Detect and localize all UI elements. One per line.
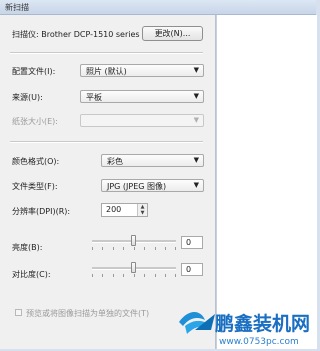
chevron-down-icon: ▼ bbox=[193, 66, 199, 74]
window-title: 新扫描 bbox=[5, 3, 29, 12]
paper-size-label: 纸张大小(E): bbox=[12, 117, 58, 126]
file-type-select-value: JPG (JPEG 图像) bbox=[107, 182, 167, 191]
file-type-label: 文件类型(F): bbox=[12, 182, 58, 191]
resolution-value: 200 bbox=[106, 205, 122, 214]
paper-size-select: ▼ bbox=[80, 114, 204, 127]
divider bbox=[10, 141, 203, 143]
preview-separate-files-label: 预览或将图像扫描为单独的文件(T) bbox=[26, 309, 150, 318]
chevron-down-icon: ▼ bbox=[193, 181, 199, 189]
chevron-down-icon: ▼ bbox=[193, 92, 199, 100]
color-format-select[interactable]: 彩色 ▼ bbox=[101, 154, 204, 167]
brightness-slider-ticks bbox=[92, 247, 176, 250]
file-type-select[interactable]: JPG (JPEG 图像) ▼ bbox=[101, 179, 204, 192]
profile-select[interactable]: 照片 (默认) ▼ bbox=[80, 64, 204, 77]
color-format-label: 颜色格式(O): bbox=[12, 157, 60, 166]
site-watermark: 鹏鑫装机网 www.0753pc.com bbox=[175, 300, 316, 349]
brightness-value: 0 bbox=[186, 238, 192, 247]
preview-separate-files-checkbox[interactable] bbox=[15, 309, 22, 316]
bird-logo-icon: 鹏鑫装机网 www.0753pc.com bbox=[179, 312, 310, 347]
change-scanner-button[interactable]: 更改(N)... bbox=[142, 26, 203, 41]
title-bar: 新扫描 bbox=[0, 0, 316, 15]
color-format-select-value: 彩色 bbox=[107, 157, 123, 166]
resolution-label: 分辨率(DPI)(R): bbox=[12, 207, 71, 216]
chevron-down-icon: ▼ bbox=[193, 116, 199, 124]
profile-select-value: 照片 (默认) bbox=[86, 67, 127, 76]
source-select[interactable]: 平板 ▼ bbox=[80, 90, 204, 103]
contrast-value-box[interactable]: 0 bbox=[181, 263, 203, 276]
watermark-url: www.0753pc.com bbox=[219, 337, 299, 347]
scanner-label: 扫描仪: Brother DCP-1510 series bbox=[12, 30, 140, 39]
brightness-label: 亮度(B): bbox=[12, 243, 43, 252]
spin-down-icon[interactable]: ▼ bbox=[137, 210, 147, 216]
resolution-spinner[interactable]: 200 ▲ ▼ bbox=[101, 203, 148, 217]
contrast-label: 对比度(C): bbox=[12, 270, 51, 279]
divider bbox=[10, 52, 203, 54]
source-select-value: 平板 bbox=[86, 93, 102, 102]
contrast-slider-ticks bbox=[92, 274, 176, 277]
source-label: 来源(U): bbox=[12, 93, 43, 102]
chevron-down-icon: ▼ bbox=[193, 156, 199, 164]
contrast-value: 0 bbox=[186, 265, 192, 274]
brightness-value-box[interactable]: 0 bbox=[181, 236, 203, 249]
scan-settings-panel: 扫描仪: Brother DCP-1510 series 更改(N)... 配置… bbox=[0, 15, 216, 349]
profile-label: 配置文件(I): bbox=[12, 67, 56, 76]
preview-area bbox=[216, 15, 317, 349]
contrast-slider-thumb[interactable] bbox=[131, 262, 136, 273]
brightness-slider-thumb[interactable] bbox=[131, 235, 136, 246]
watermark-brand: 鹏鑫装机网 bbox=[215, 312, 310, 335]
